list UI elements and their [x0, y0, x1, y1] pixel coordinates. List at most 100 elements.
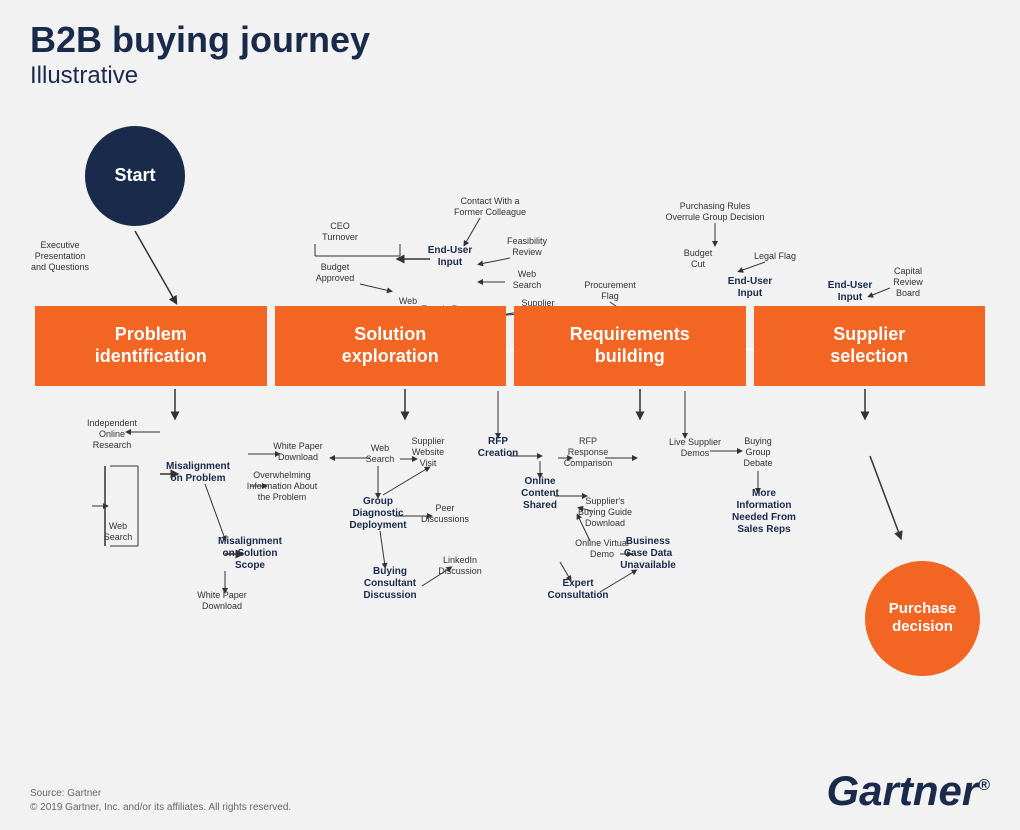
svg-text:End-User: End-User [828, 280, 873, 291]
svg-text:Budget: Budget [684, 248, 713, 258]
svg-text:Capital: Capital [894, 266, 922, 276]
svg-text:More: More [752, 488, 776, 499]
svg-text:Information: Information [737, 500, 792, 511]
gartner-logo: Gartner® [826, 767, 990, 815]
svg-text:Buying Guide: Buying Guide [578, 507, 632, 517]
svg-text:Unavailable: Unavailable [620, 560, 676, 571]
svg-text:Consultant: Consultant [364, 578, 417, 589]
stage-solution: Solutionexploration [275, 306, 507, 386]
svg-text:RFP: RFP [579, 436, 597, 446]
stage-supplier: Supplierselection [754, 306, 986, 386]
svg-text:Purchasing Rules: Purchasing Rules [680, 201, 751, 211]
svg-text:Feasibility: Feasibility [507, 236, 548, 246]
svg-text:the Problem: the Problem [258, 492, 307, 502]
svg-text:Case Data: Case Data [624, 548, 673, 559]
svg-text:Response: Response [568, 447, 609, 457]
svg-text:Creation: Creation [478, 448, 519, 459]
svg-text:Demo: Demo [590, 549, 614, 559]
svg-text:Diagnostic: Diagnostic [352, 508, 404, 519]
main-container: B2B buying journey Illustrative Start Ex… [0, 0, 1020, 830]
svg-text:Group: Group [745, 447, 770, 457]
svg-text:Discussion: Discussion [438, 566, 482, 576]
svg-text:Discussion: Discussion [363, 590, 416, 601]
svg-text:Deployment: Deployment [349, 520, 407, 531]
svg-text:Search: Search [104, 532, 133, 542]
svg-text:Legal Flag: Legal Flag [754, 251, 796, 261]
footer-copyright: © 2019 Gartner, Inc. and/or its affiliat… [30, 801, 291, 815]
svg-text:Download: Download [278, 452, 318, 462]
svg-text:Web: Web [518, 269, 536, 279]
svg-text:Former Colleague: Former Colleague [454, 207, 526, 217]
svg-text:Independent: Independent [87, 418, 138, 428]
svg-text:Approved: Approved [316, 273, 355, 283]
svg-text:Misalignment: Misalignment [218, 536, 283, 547]
svg-text:End-User: End-User [428, 245, 473, 256]
svg-text:LinkedIn: LinkedIn [443, 555, 477, 565]
subtitle: Illustrative [30, 60, 990, 91]
svg-text:on Solution: on Solution [223, 548, 278, 559]
svg-text:Input: Input [838, 292, 863, 303]
svg-text:on Problem: on Problem [170, 473, 225, 484]
svg-text:RFP: RFP [488, 436, 508, 447]
svg-text:Debate: Debate [743, 458, 772, 468]
stage-requirements: Requirementsbuilding [514, 306, 746, 386]
svg-text:Content: Content [521, 488, 559, 499]
svg-text:Download: Download [202, 601, 242, 611]
svg-text:Web: Web [371, 443, 389, 453]
start-circle: Start [85, 126, 185, 226]
svg-text:Buying: Buying [373, 566, 407, 577]
svg-text:and Questions: and Questions [31, 262, 90, 272]
svg-text:Review: Review [893, 277, 923, 287]
svg-text:CEO: CEO [330, 221, 350, 231]
diagram-area: Start Executive Presentation and Questio… [30, 96, 990, 736]
svg-text:Budget: Budget [321, 262, 350, 272]
svg-text:Peer: Peer [435, 503, 454, 513]
svg-text:Search: Search [366, 454, 395, 464]
svg-text:Review: Review [512, 247, 542, 257]
svg-text:Web: Web [109, 521, 127, 531]
footer-section: Source: Gartner © 2019 Gartner, Inc. and… [30, 787, 291, 815]
svg-text:Consultation: Consultation [547, 590, 608, 601]
svg-text:Flag: Flag [601, 291, 619, 301]
svg-text:Web: Web [399, 296, 417, 306]
svg-text:Input: Input [738, 288, 763, 299]
svg-text:Supplier: Supplier [411, 436, 444, 446]
svg-text:Input: Input [438, 257, 463, 268]
footer-source: Source: Gartner [30, 787, 291, 801]
svg-text:Discussions: Discussions [421, 514, 470, 524]
title-section: B2B buying journey Illustrative [30, 20, 990, 91]
svg-text:White Paper: White Paper [273, 441, 323, 451]
purchase-circle: Purchasedecision [865, 561, 980, 676]
stage-problem: Problemidentification [35, 306, 267, 386]
svg-text:Board: Board [896, 288, 920, 298]
svg-text:Presentation: Presentation [35, 251, 86, 261]
svg-text:Executive: Executive [40, 240, 79, 250]
svg-text:Search: Search [513, 280, 542, 290]
svg-text:Needed From: Needed From [732, 512, 796, 523]
svg-text:Online Virtual: Online Virtual [575, 538, 629, 548]
svg-text:Cut: Cut [691, 259, 706, 269]
svg-text:Misalignment: Misalignment [166, 461, 231, 472]
stage-boxes-container: Problemidentification Solutionexploratio… [35, 306, 985, 386]
svg-text:Visit: Visit [420, 458, 437, 468]
svg-text:Information About: Information About [247, 481, 318, 491]
svg-text:Online: Online [524, 476, 556, 487]
svg-text:Group: Group [363, 496, 393, 507]
svg-text:Overwhelming: Overwhelming [253, 470, 311, 480]
svg-text:Scope: Scope [235, 560, 265, 571]
svg-text:Online: Online [99, 429, 125, 439]
svg-text:Live Supplier: Live Supplier [669, 437, 721, 447]
svg-text:Business: Business [626, 536, 671, 547]
svg-text:Website: Website [412, 447, 444, 457]
svg-text:Shared: Shared [523, 500, 557, 511]
svg-text:White Paper: White Paper [197, 590, 247, 600]
svg-text:Buying: Buying [744, 436, 772, 446]
svg-text:Turnover: Turnover [322, 232, 358, 242]
svg-text:Download: Download [585, 518, 625, 528]
svg-text:End-User: End-User [728, 276, 773, 287]
svg-text:Sales Reps: Sales Reps [737, 524, 791, 535]
svg-text:Procurement: Procurement [584, 280, 636, 290]
svg-text:Expert: Expert [562, 578, 594, 589]
svg-text:Overrule Group Decision: Overrule Group Decision [665, 212, 764, 222]
svg-text:Comparison: Comparison [564, 458, 613, 468]
